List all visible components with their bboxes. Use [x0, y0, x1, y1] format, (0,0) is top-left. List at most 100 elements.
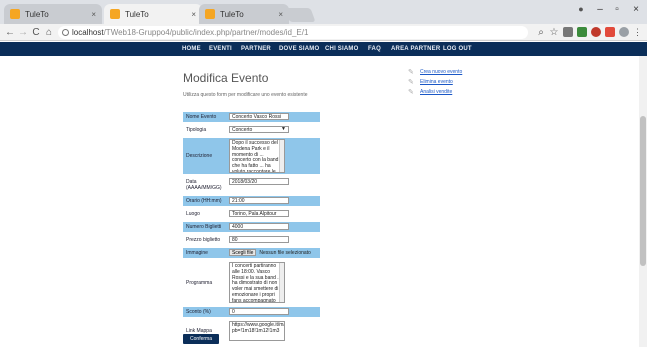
- textarea-text: I concerti partiranno alle 18:00. Vasco …: [232, 263, 281, 303]
- url-host: localhost: [72, 28, 104, 37]
- textarea-text: Dopo il successo del Modena Park e il mo…: [232, 140, 279, 173]
- extension-red-icon[interactable]: [591, 27, 601, 37]
- side-link-label[interactable]: Analisi vendite: [420, 89, 452, 95]
- tab-title: TuleTo: [125, 9, 149, 19]
- field-label: Immagine: [183, 248, 227, 258]
- site-navbar: HOME EVENTI PARTNER DOVE SIAMO CHI SIAMO…: [0, 42, 647, 56]
- form-row-date: Data (AAAA/MM/GG) 2018/03/20: [183, 177, 320, 193]
- textarea-text: https://www.google.it/maps/embed?pb=!1m1…: [232, 322, 285, 334]
- scrollbar-thumb[interactable]: [640, 116, 646, 266]
- price-input[interactable]: 80: [229, 236, 289, 243]
- nav-log-out[interactable]: LOG OUT: [443, 42, 472, 56]
- date-input[interactable]: 2018/03/20: [229, 178, 289, 185]
- field-label: Orario (HH:mm): [183, 196, 227, 206]
- field-label: Prezzo biglietto: [186, 237, 221, 243]
- side-link-label[interactable]: Crea nuovo evento: [420, 69, 462, 75]
- nav-home[interactable]: HOME: [182, 42, 201, 56]
- extension-shield-icon[interactable]: [605, 27, 615, 37]
- form-row-price: Prezzo biglietto 80: [183, 235, 320, 245]
- form-row-description: Descrizione Dopo il successo del Modena …: [183, 138, 320, 174]
- page-viewport: HOME EVENTI PARTNER DOVE SIAMO CHI SIAMO…: [0, 42, 647, 347]
- choose-file-button[interactable]: Scegli file: [229, 249, 257, 256]
- chevron-down-icon: ▼: [281, 126, 286, 132]
- zoom-icon[interactable]: ⌕: [535, 26, 547, 39]
- tickets-input[interactable]: 4000: [229, 223, 289, 230]
- address-bar[interactable]: localhost/TWeb18-Gruppo4/public/index.ph…: [58, 26, 528, 39]
- side-link-delete[interactable]: ✎ Elimina evento: [408, 77, 462, 87]
- discount-input[interactable]: 0: [229, 308, 289, 315]
- edit-event-form: Nome Evento Concerto Vasco Rossi Tipolog…: [183, 112, 320, 345]
- field-label: Nome Evento: [183, 112, 227, 122]
- url-path: /TWeb18-Gruppo4/public/index.php/partner…: [103, 28, 309, 37]
- nav-dove-siamo[interactable]: DOVE SIAMO: [279, 42, 319, 56]
- nav-eventi[interactable]: EVENTI: [209, 42, 232, 56]
- form-row-place: Luogo Torino, Pala Alpitour: [183, 209, 320, 219]
- field-label: Sconto (%): [183, 307, 227, 317]
- tab-favicon-icon: [110, 9, 120, 19]
- program-textarea[interactable]: I concerti partiranno alle 18:00. Vasco …: [229, 262, 285, 303]
- minimize-button[interactable]: –: [592, 4, 608, 15]
- form-row-name: Nome Evento Concerto Vasco Rossi: [183, 112, 320, 122]
- extension-print-icon[interactable]: [563, 27, 573, 37]
- side-link-analysis[interactable]: ✎ Analisi vendite: [408, 87, 462, 97]
- pencil-icon: ✎: [408, 79, 414, 86]
- page-scrollbar[interactable]: [639, 56, 647, 347]
- tab-favicon-icon: [10, 9, 20, 19]
- browser-tab-3[interactable]: TuleTo ×: [199, 4, 289, 24]
- side-link-create[interactable]: ✎ Crea nuovo evento: [408, 67, 462, 77]
- side-links: ✎ Crea nuovo evento ✎ Elimina evento ✎ A…: [408, 67, 462, 97]
- tab-close-icon[interactable]: ×: [91, 10, 96, 19]
- nav-chi-siamo[interactable]: CHI SIAMO: [325, 42, 358, 56]
- textarea-scrollbar[interactable]: [279, 140, 284, 172]
- event-type-select[interactable]: Concerto ▼: [229, 126, 289, 133]
- maximize-button[interactable]: ▫: [609, 4, 625, 15]
- extension-grey-icon[interactable]: [619, 27, 629, 37]
- nav-area-partner[interactable]: AREA PARTNER: [391, 42, 440, 56]
- form-row-type: Tipologia Concerto ▼: [183, 125, 320, 135]
- map-link-textarea[interactable]: https://www.google.it/maps/embed?pb=!1m1…: [229, 321, 285, 341]
- field-label: Luogo: [186, 211, 200, 217]
- pencil-icon: ✎: [408, 69, 414, 76]
- page-title: Modifica Evento: [183, 71, 269, 85]
- nav-faq[interactable]: FAQ: [368, 42, 381, 56]
- forward-arrow-icon[interactable]: →: [17, 26, 29, 39]
- tab-title: TuleTo: [220, 9, 244, 19]
- nav-partner[interactable]: PARTNER: [241, 42, 271, 56]
- tab-close-icon[interactable]: ×: [278, 10, 283, 19]
- time-input[interactable]: 21:00: [229, 197, 289, 204]
- page-subtitle: Utilizza questo form per modificare uno …: [183, 92, 308, 98]
- browser-tabstrip: TuleTo × TuleTo × TuleTo × ● – ▫ ×: [0, 0, 647, 24]
- field-label: Tipologia: [186, 127, 207, 133]
- file-status: Nessun file selezionato: [259, 249, 311, 256]
- textarea-scrollbar[interactable]: [279, 263, 284, 302]
- pencil-icon: ✎: [408, 89, 414, 96]
- confirm-button[interactable]: Conferma: [183, 334, 219, 344]
- menu-dots-icon[interactable]: ⋮: [633, 27, 642, 37]
- home-icon[interactable]: ⌂: [43, 26, 55, 39]
- browser-tab-2[interactable]: TuleTo ×: [104, 4, 202, 24]
- bookmark-star-icon[interactable]: ☆: [548, 26, 560, 39]
- info-icon[interactable]: [62, 29, 69, 36]
- form-row-tickets: Numero Biglietti 4000: [183, 222, 320, 232]
- event-name-input[interactable]: Concerto Vasco Rossi: [229, 113, 289, 120]
- field-label: Numero Biglietti: [183, 222, 227, 232]
- reload-icon[interactable]: C: [30, 26, 42, 39]
- field-label: Data (AAAA/MM/GG): [186, 179, 222, 191]
- new-tab-button[interactable]: [284, 8, 316, 22]
- field-label: Programma: [186, 279, 213, 286]
- side-link-label[interactable]: Elimina evento: [420, 79, 453, 85]
- profile-icon[interactable]: ●: [573, 4, 589, 14]
- place-input[interactable]: Torino, Pala Alpitour: [229, 210, 289, 217]
- browser-tab-1[interactable]: TuleTo ×: [4, 4, 102, 24]
- close-window-button[interactable]: ×: [628, 4, 644, 15]
- tab-title: TuleTo: [25, 9, 49, 19]
- tab-favicon-icon: [205, 9, 215, 19]
- back-arrow-icon[interactable]: ←: [4, 26, 16, 39]
- extension-sheet-icon[interactable]: [577, 27, 587, 37]
- field-label: Descrizione: [183, 138, 227, 174]
- form-row-program: Programma I concerti partiranno alle 18:…: [183, 261, 320, 304]
- description-textarea[interactable]: Dopo il successo del Modena Park e il mo…: [229, 139, 285, 173]
- form-row-discount: Sconto (%) 0: [183, 307, 320, 317]
- tab-close-icon[interactable]: ×: [191, 10, 196, 19]
- form-row-image: Immagine Scegli file Nessun file selezio…: [183, 248, 320, 258]
